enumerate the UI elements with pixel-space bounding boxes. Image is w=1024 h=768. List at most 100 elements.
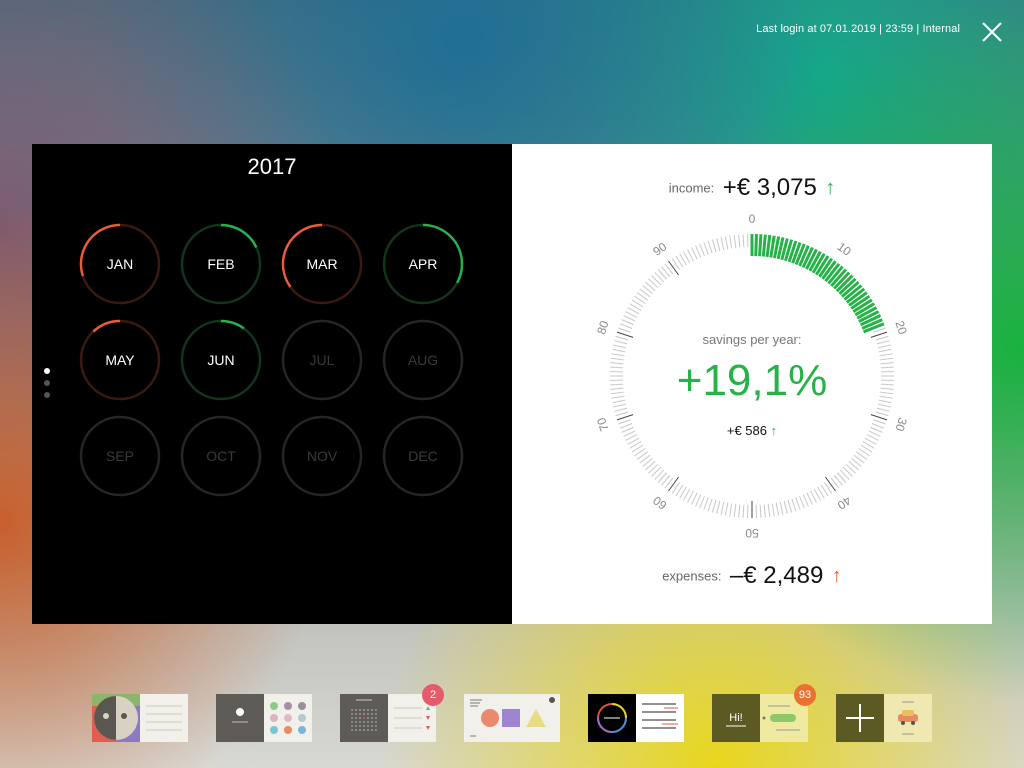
gauge-tick [802,494,809,507]
gauge-tick [619,323,633,329]
page-dot[interactable] [44,392,50,398]
income-row: income: +€ 3,075 ↑ [512,174,992,202]
income-label: income: [668,180,715,196]
gauge-tick [733,503,737,517]
gauge-tick [716,500,721,514]
close-icon[interactable] [980,20,1004,44]
car-icon [884,694,932,742]
gauge-tick [724,236,729,250]
gauge-tick [791,498,797,512]
gauge-tick [614,407,628,412]
gauge-tick [742,234,745,248]
page-dot[interactable] [44,368,50,374]
month-jul: JUL [280,318,364,402]
gauge-tick [771,503,775,517]
gauge-tick [729,503,733,517]
month-label: AUG [407,352,439,368]
month-label: FEB [207,256,235,272]
month-mar[interactable]: MAR [280,222,364,306]
notification-badge: 2 [422,684,444,706]
month-label: JAN [106,256,134,272]
gauge-tick [733,235,737,249]
app-thumbnail [140,694,188,742]
app-dots[interactable] [216,694,312,742]
app-thumbnail [340,694,388,742]
calendar-panel: 2017 JAN FEB MAR APR MAY JUN JUL AUG SEP OCT NOV DE… [32,144,512,624]
app-thumbnail: Hi! [712,694,760,742]
month-apr[interactable]: APR [381,222,465,306]
expenses-value: –€ 2,489 [729,562,824,589]
app-finance[interactable] [588,694,684,742]
month-label: SEP [105,448,134,464]
notification-badge: 93 [794,684,816,706]
page-dot[interactable] [44,380,50,386]
income-value: +€ 3,075 [722,174,817,201]
svg-text:Hi!: Hi! [729,712,742,724]
gauge-tick [769,235,776,258]
app-thumbnail [470,697,555,737]
gauge-tick [623,315,636,322]
app-add-car[interactable] [836,694,932,742]
gauge-tick [795,497,801,510]
year-title: 2017 [247,154,297,179]
gauge-label: 60 [650,493,669,512]
savings-percentage: +19,1% [676,356,828,405]
gauge-tick [761,234,767,257]
gauge-tick [738,504,741,518]
gauge-tick [724,502,729,516]
month-label: JUN [207,352,235,368]
gauge-tick [695,245,702,258]
savings-amount: +€ 586 [726,423,767,438]
app-people[interactable] [92,694,188,742]
gauge-tick [668,260,679,276]
gauge-tick [691,492,698,505]
expenses-label: expenses: [662,568,722,584]
month-label: NOV [306,448,338,464]
page-dots [44,368,50,404]
gauge-tick [806,492,813,505]
app-thumbnail [92,694,140,742]
app-calendar[interactable] [340,694,436,742]
expenses-row: expenses: –€ 2,489 ↑ [512,562,992,590]
gauge-tick [765,234,772,258]
gauge-tick [703,242,709,255]
month-dec: DEC [381,414,465,498]
app-shapes[interactable] [464,694,560,742]
gauge-tick [699,495,705,509]
gauge-tick [612,348,626,353]
app-thumbnail [264,694,312,742]
month-oct: OCT [179,414,263,498]
gauge-tick [767,503,771,517]
gauge-tick [716,238,721,252]
gauge-tick [707,240,713,254]
gauge-tick [616,414,634,421]
app-chat[interactable]: Hi! [712,694,808,742]
gauge-tick [758,234,763,257]
gauge-tick [870,414,888,421]
gauge-tick [775,502,780,516]
gauge-tick [695,494,702,507]
gauge-tick [615,411,629,417]
gauge-tick [699,243,705,257]
gauge-tick [720,237,725,251]
gauge-tick [876,407,890,412]
gauge-label: 90 [650,239,669,258]
month-label: MAY [105,352,135,368]
gauge-tick [703,497,709,510]
savings-label: savings per year: [702,332,802,347]
app-thumbnail [636,694,684,742]
gauge-tick [720,501,725,515]
month-may[interactable]: MAY [78,318,162,402]
month-jun[interactable]: JUN [179,318,263,402]
gauge-tick [779,501,784,515]
month-jan[interactable]: JAN [78,222,162,306]
gauge-tick [754,234,758,257]
gauge-tick [759,504,762,518]
gauge-tick [799,495,805,509]
month-feb[interactable]: FEB [179,222,263,306]
gauge-label: 10 [835,240,854,259]
gauge-tick [825,476,836,492]
gauge-tick [742,504,745,518]
month-label: OCT [206,448,236,464]
gauge-tick [691,247,698,260]
